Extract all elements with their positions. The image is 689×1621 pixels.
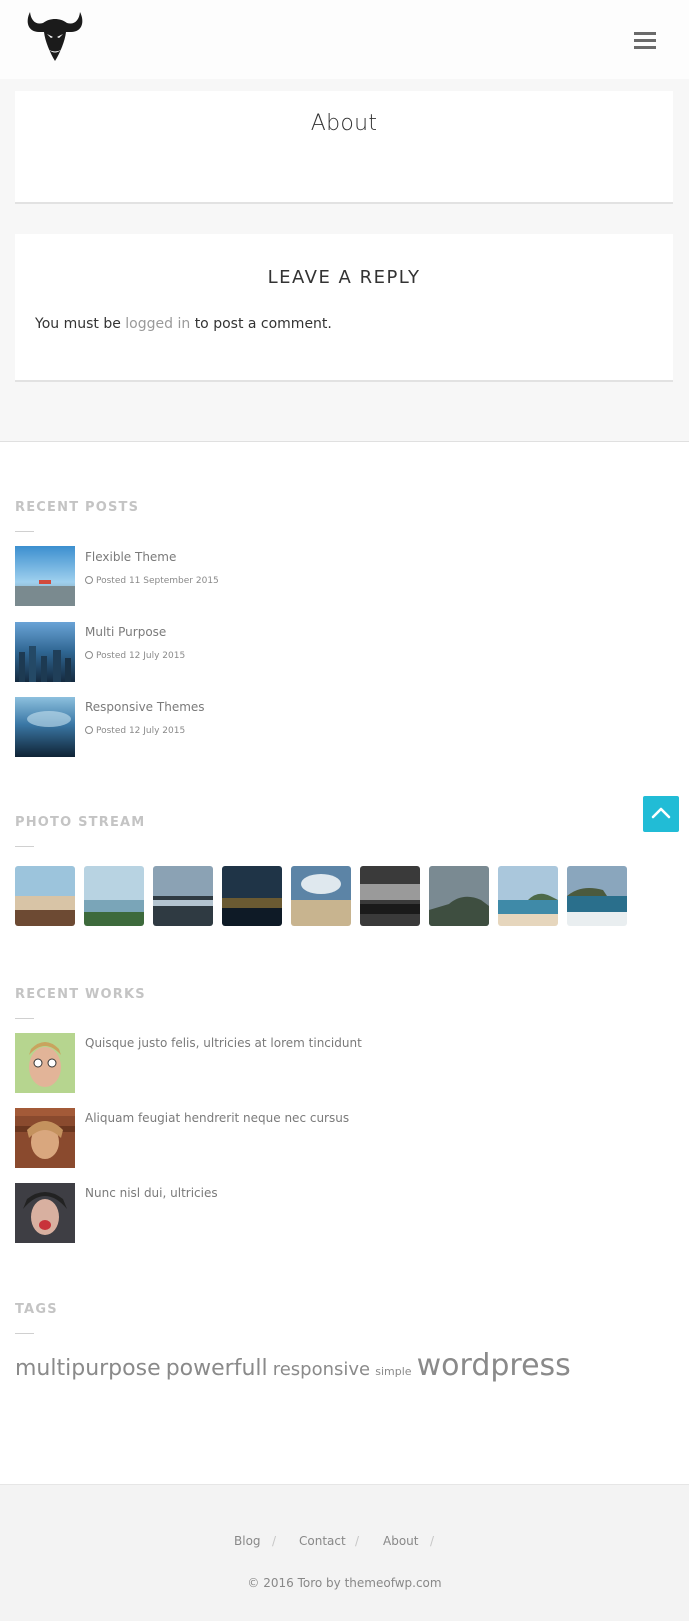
photo-stream-image[interactable] [567, 866, 627, 926]
post-date: Posted 11 September 2015 [85, 576, 219, 586]
tag-link[interactable]: simple [375, 1365, 411, 1378]
widget-title-underline [15, 531, 34, 532]
recent-posts-title: RECENT POSTS [15, 500, 140, 515]
reply-text-after: to post a comment. [194, 316, 332, 332]
photo-stream-image[interactable] [84, 866, 144, 926]
widget-title-underline [15, 1333, 34, 1334]
photo-stream-image[interactable] [15, 866, 75, 926]
scroll-to-top-button[interactable] [643, 796, 679, 832]
work-title-link[interactable]: Quisque justo felis, ultricies at lorem … [85, 1036, 362, 1050]
work-title-link[interactable]: Nunc nisl dui, ultricies [85, 1186, 218, 1200]
post-title-link[interactable]: Multi Purpose [85, 625, 166, 639]
tag-link[interactable]: wordpress [417, 1348, 571, 1383]
reply-message: You must be logged in to post a comment. [35, 316, 332, 332]
page-title: About [310, 111, 378, 136]
footer-link-blog[interactable]: Blog [234, 1534, 261, 1548]
copyright-text: © 2016 Toro by themeofwp.com [247, 1576, 442, 1590]
widget-title-underline [15, 846, 34, 847]
footer-link-contact[interactable]: Contact [299, 1534, 346, 1548]
post-date: Posted 12 July 2015 [85, 651, 185, 661]
post-title-link[interactable]: Flexible Theme [85, 550, 176, 564]
footer-link-about[interactable]: About [383, 1534, 418, 1548]
hamburger-menu-icon[interactable] [634, 32, 656, 50]
footer-separator: / [430, 1534, 435, 1548]
tag-cloud: multipurpose powerfull responsive simple… [15, 1348, 571, 1398]
tag-link[interactable]: multipurpose [15, 1356, 161, 1381]
photo-stream-image[interactable] [153, 866, 213, 926]
photo-stream-image[interactable] [429, 866, 489, 926]
bull-logo-icon[interactable] [24, 8, 86, 65]
post-date: Posted 12 July 2015 [85, 726, 185, 736]
tag-link[interactable]: responsive [273, 1359, 370, 1380]
reply-heading: LEAVE A REPLY [267, 267, 421, 288]
widget-area [0, 442, 689, 1484]
site-header [0, 0, 689, 79]
site-footer: Blog / Contact / About / © 2016 Toro by … [0, 1484, 689, 1621]
clock-icon [85, 576, 93, 584]
login-link[interactable]: logged in [125, 316, 190, 332]
photo-stream-image[interactable] [360, 866, 420, 926]
work-title-link[interactable]: Aliquam feugiat hendrerit neque nec curs… [85, 1111, 349, 1125]
work-thumbnail[interactable] [15, 1183, 75, 1243]
tags-title: TAGS [15, 1302, 58, 1317]
post-thumbnail[interactable] [15, 697, 75, 757]
tag-link[interactable]: powerfull [166, 1356, 268, 1381]
page-title-card: About [15, 91, 673, 204]
post-title-link[interactable]: Responsive Themes [85, 700, 205, 714]
post-date-text: Posted 11 September 2015 [96, 576, 219, 586]
work-thumbnail[interactable] [15, 1108, 75, 1168]
photo-stream-image[interactable] [222, 866, 282, 926]
photo-stream-image[interactable] [291, 866, 351, 926]
photo-stream-title: PHOTO STREAM [15, 815, 146, 830]
photo-stream-image[interactable] [498, 866, 558, 926]
footer-separator: / [272, 1534, 277, 1548]
comments-card: LEAVE A REPLY You must be logged in to p… [15, 234, 673, 382]
work-thumbnail[interactable] [15, 1033, 75, 1093]
post-thumbnail[interactable] [15, 622, 75, 682]
recent-works-title: RECENT WORKS [15, 987, 146, 1002]
chevron-up-icon [651, 807, 671, 819]
post-date-text: Posted 12 July 2015 [96, 726, 186, 736]
post-date-text: Posted 12 July 2015 [96, 651, 186, 661]
clock-icon [85, 651, 93, 659]
post-thumbnail[interactable] [15, 546, 75, 606]
widget-title-underline [15, 1018, 34, 1019]
footer-separator: / [355, 1534, 360, 1548]
clock-icon [85, 726, 93, 734]
reply-text-before: You must be [35, 316, 121, 332]
